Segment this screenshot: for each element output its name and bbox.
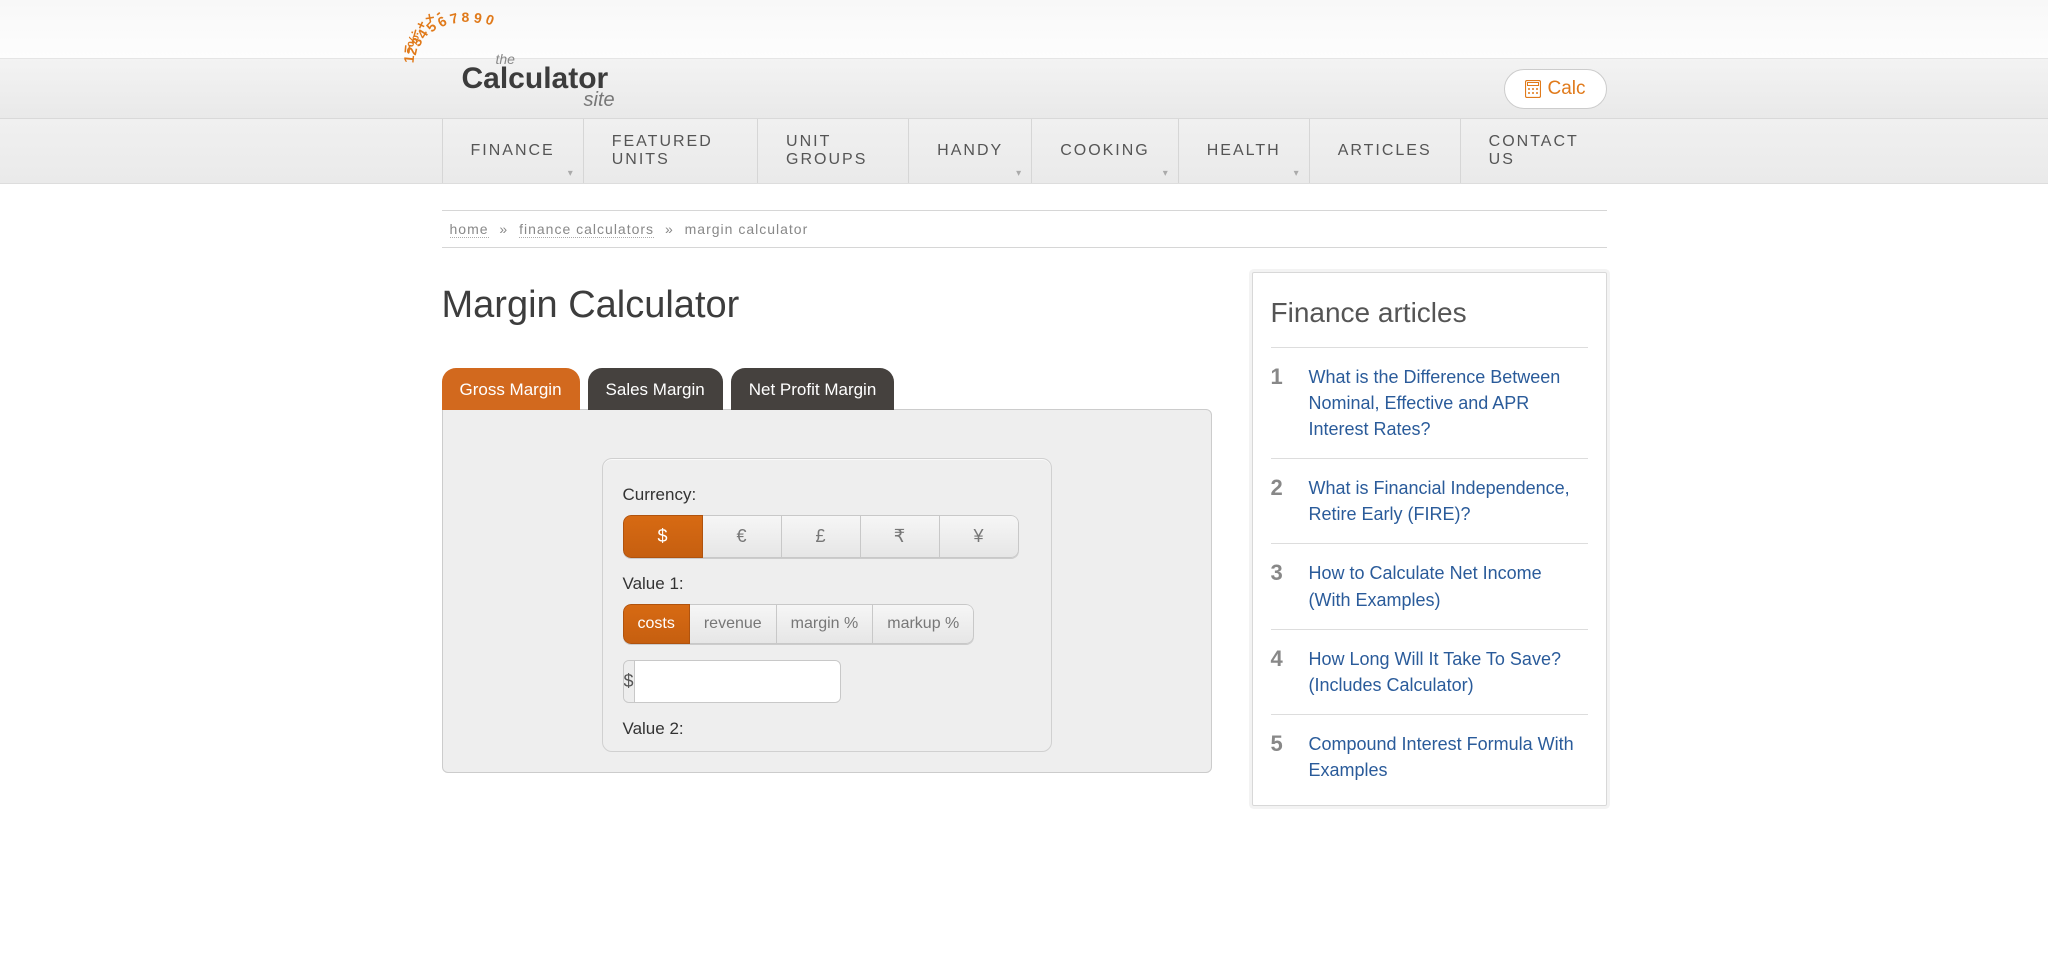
article-list: 1 What is the Difference Between Nominal,… [1271, 347, 1588, 799]
breadcrumb-home[interactable]: home [450, 221, 489, 238]
breadcrumb-sep: » [499, 221, 508, 237]
tab-gross-margin[interactable]: Gross Margin [442, 368, 580, 410]
currency-option[interactable]: ¥ [940, 515, 1019, 558]
nav-item-finance[interactable]: FINANCE ▾ [442, 119, 584, 183]
breadcrumb-sep: » [665, 221, 674, 237]
article-link[interactable]: Compound Interest Formula With Examples [1309, 731, 1588, 783]
currency-option[interactable]: £ [782, 515, 861, 558]
chevron-down-icon: ▾ [1294, 168, 1301, 179]
article-item: 2 What is Financial Independence, Retire … [1271, 458, 1588, 543]
currency-option[interactable]: $ [623, 515, 703, 558]
article-item: 4 How Long Will It Take To Save? (Include… [1271, 629, 1588, 714]
nav-item-label: FINANCE [471, 142, 555, 160]
article-link[interactable]: How to Calculate Net Income (With Exampl… [1309, 560, 1588, 612]
value1-label: Value 1: [623, 574, 1031, 594]
nav-item-health[interactable]: HEALTH ▾ [1179, 119, 1310, 183]
article-item: 1 What is the Difference Between Nominal,… [1271, 347, 1588, 458]
article-link[interactable]: How Long Will It Take To Save? (Includes… [1309, 646, 1588, 698]
breadcrumb-finance[interactable]: finance calculators [519, 221, 654, 238]
chevron-down-icon: ▾ [1163, 168, 1170, 179]
article-number: 3 [1271, 560, 1289, 586]
article-number: 5 [1271, 731, 1289, 757]
main-nav: FINANCE▾FEATURED UNITSUNIT GROUPSHANDY▾C… [442, 119, 1607, 183]
breadcrumb: home » finance calculators » margin calc… [442, 210, 1607, 248]
article-item: 5 Compound Interest Formula With Examples [1271, 714, 1588, 799]
logo-site-text: site [584, 90, 615, 110]
form-card: Currency: $€£₹¥ Value 1: costsrevenuemar… [602, 458, 1052, 752]
value1-prefix: $ [624, 661, 635, 702]
nav-item-label: FEATURED UNITS [612, 133, 729, 169]
value1-option-revenue[interactable]: revenue [690, 604, 777, 644]
page-title: Margin Calculator [442, 284, 1212, 327]
calc-button[interactable]: Calc [1504, 69, 1606, 109]
nav-item-label: HEALTH [1207, 142, 1281, 160]
chevron-down-icon: ▾ [1016, 168, 1023, 179]
value1-option-margin-[interactable]: margin % [777, 604, 874, 644]
value1-input-row: $ [623, 660, 841, 703]
tab-net-profit-margin[interactable]: Net Profit Margin [731, 368, 895, 410]
nav-item-featured-units[interactable]: FEATURED UNITS [584, 119, 758, 183]
article-item: 3 How to Calculate Net Income (With Examp… [1271, 543, 1588, 628]
article-number: 1 [1271, 364, 1289, 390]
value1-option-markup-[interactable]: markup % [873, 604, 974, 644]
currency-label: Currency: [623, 485, 1031, 505]
nav-item-articles[interactable]: ARTICLES [1310, 119, 1461, 183]
article-number: 2 [1271, 475, 1289, 501]
tab-sales-margin[interactable]: Sales Margin [588, 368, 723, 410]
nav-item-unit-groups[interactable]: UNIT GROUPS [758, 119, 909, 183]
chevron-down-icon: ▾ [568, 168, 575, 179]
article-link[interactable]: What is Financial Independence, Retire E… [1309, 475, 1588, 527]
value1-option-costs[interactable]: costs [623, 604, 690, 644]
value1-segmented: costsrevenuemargin %markup % [623, 604, 975, 644]
nav-item-label: COOKING [1060, 142, 1150, 160]
nav-item-label: CONTACT US [1489, 133, 1579, 169]
currency-segmented: $€£₹¥ [623, 515, 1019, 558]
calculator-icon [1525, 80, 1541, 98]
tab-strip: Gross MarginSales MarginNet Profit Margi… [442, 367, 1212, 409]
article-number: 4 [1271, 646, 1289, 672]
breadcrumb-current: margin calculator [685, 221, 809, 237]
value2-label: Value 2: [623, 719, 1031, 739]
nav-item-label: UNIT GROUPS [786, 133, 880, 169]
currency-option[interactable]: ₹ [861, 515, 940, 558]
calculator-panel: Currency: $€£₹¥ Value 1: costsrevenuemar… [442, 409, 1212, 773]
nav-item-label: ARTICLES [1338, 142, 1432, 160]
value1-input[interactable] [635, 661, 841, 702]
nav-item-label: HANDY [937, 142, 1003, 160]
calc-button-label: Calc [1547, 78, 1585, 100]
logo-calculator-text: Calculator [462, 64, 615, 94]
sidebar-title: Finance articles [1271, 297, 1588, 329]
article-link[interactable]: What is the Difference Between Nominal, … [1309, 364, 1588, 442]
nav-item-cooking[interactable]: COOKING ▾ [1032, 119, 1179, 183]
finance-articles-box: Finance articles 1 What is the Difference… [1252, 272, 1607, 806]
currency-option[interactable]: € [703, 515, 782, 558]
nav-item-handy[interactable]: HANDY ▾ [909, 119, 1032, 183]
nav-item-contact-us[interactable]: CONTACT US [1461, 119, 1607, 183]
